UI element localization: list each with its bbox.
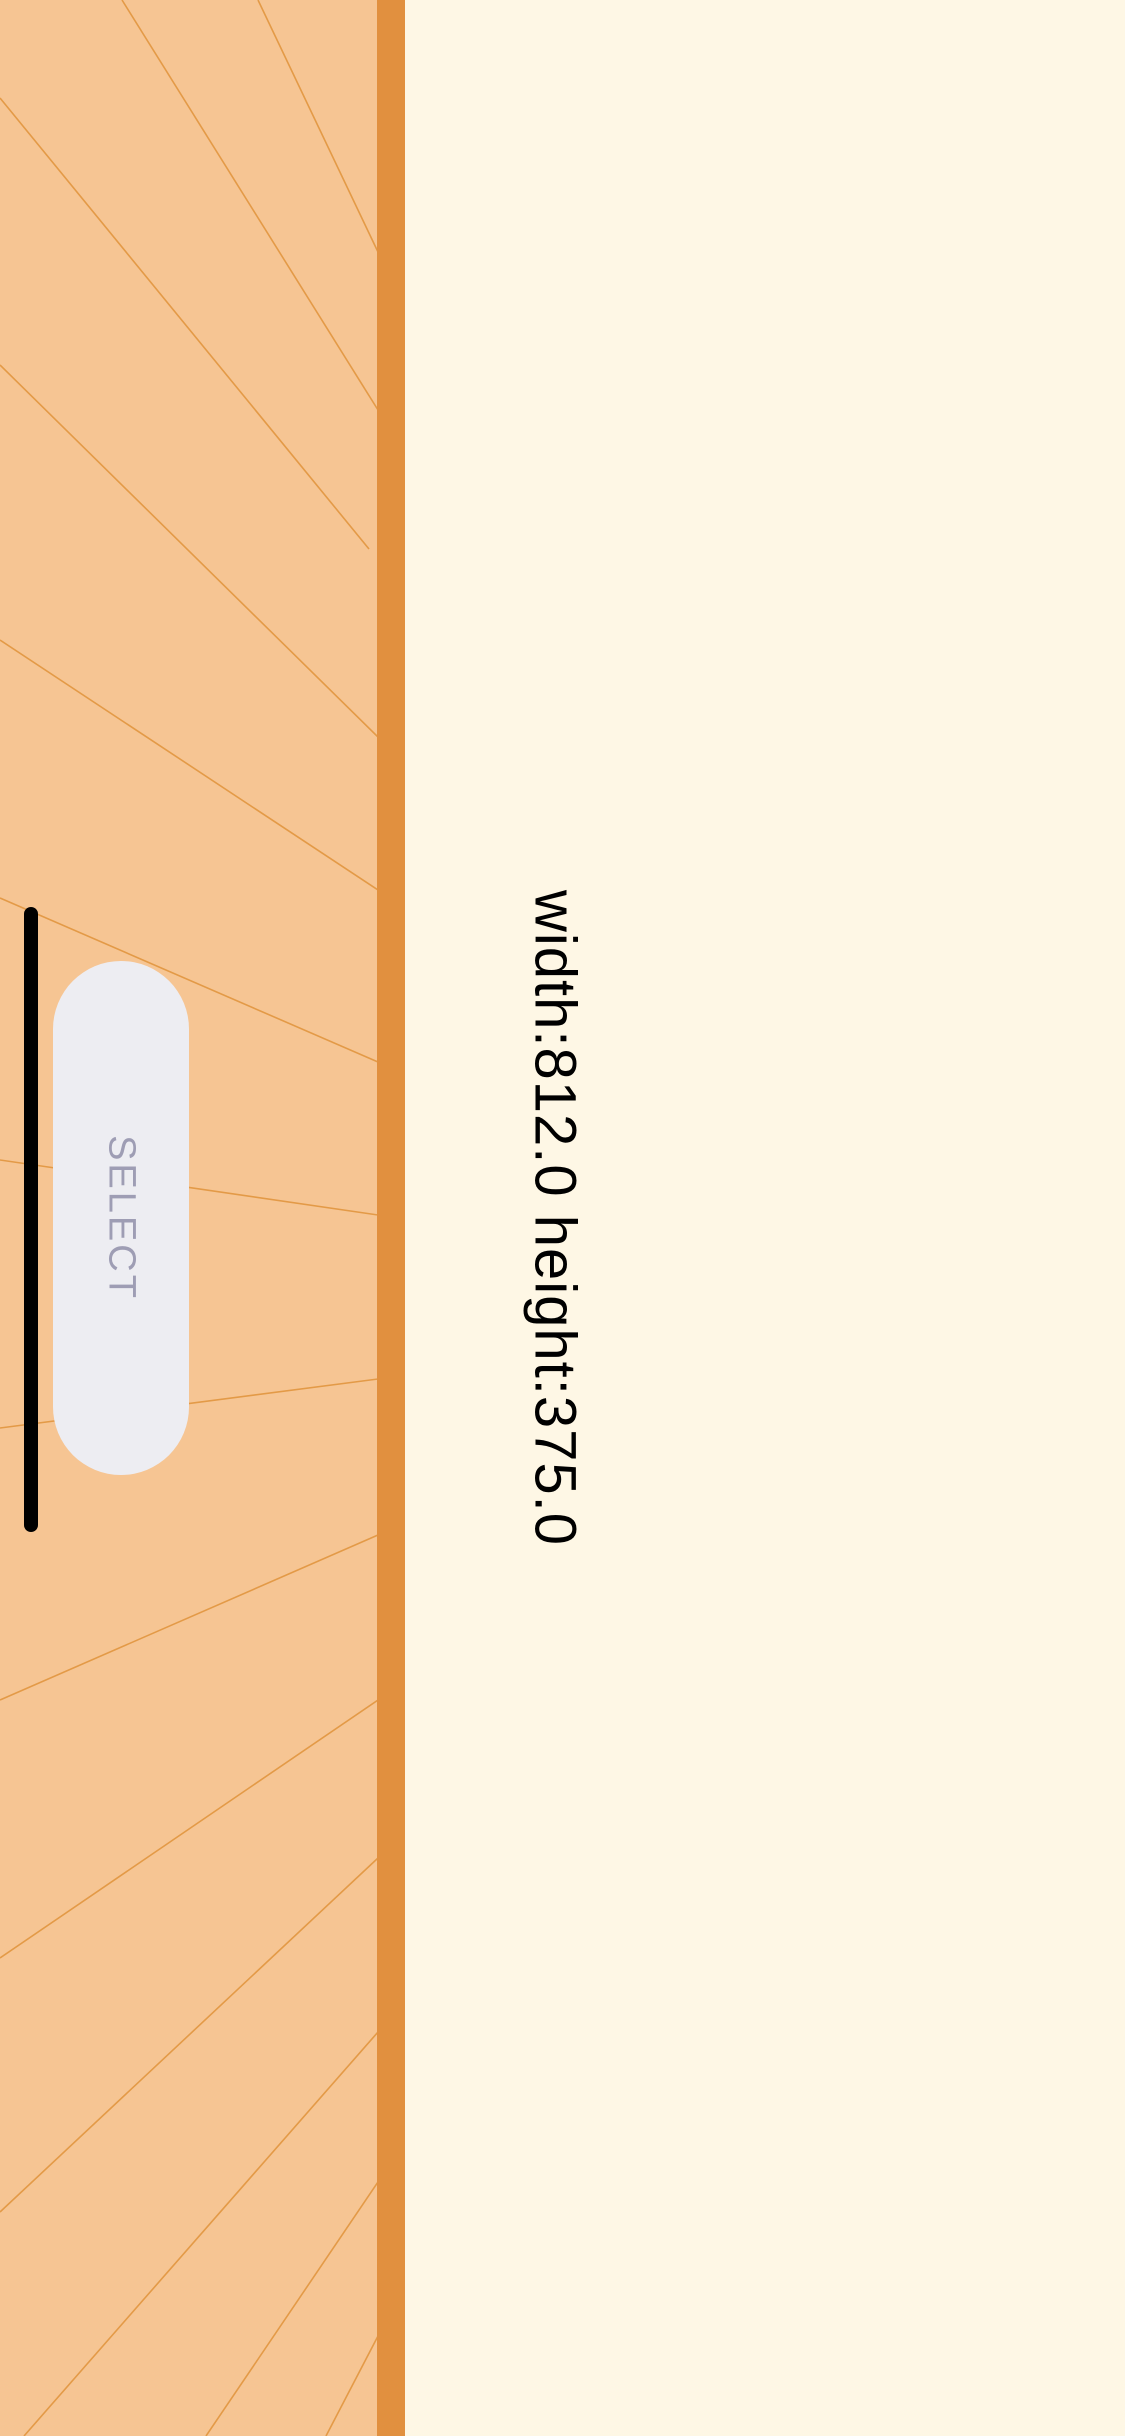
- ray: [0, 1857, 378, 2213]
- ray: [325, 2335, 378, 2436]
- ray: [257, 0, 378, 253]
- ray: [0, 1699, 378, 1959]
- panel-edge-divider: [377, 0, 405, 2436]
- scroll-indicator: [24, 907, 38, 1532]
- ray: [0, 1534, 378, 1701]
- ray: [121, 0, 378, 411]
- dimensions-label: width:812.0 height:375.0: [522, 889, 588, 1547]
- screen: SELECT width:812.0 height:375.0: [0, 0, 1125, 2436]
- ray: [0, 97, 370, 550]
- select-button-label: SELECT: [100, 1135, 143, 1301]
- select-button[interactable]: SELECT: [53, 961, 189, 1475]
- ray: [205, 2181, 378, 2436]
- ray: [23, 2031, 378, 2436]
- ray: [0, 639, 378, 891]
- ray: [0, 364, 378, 738]
